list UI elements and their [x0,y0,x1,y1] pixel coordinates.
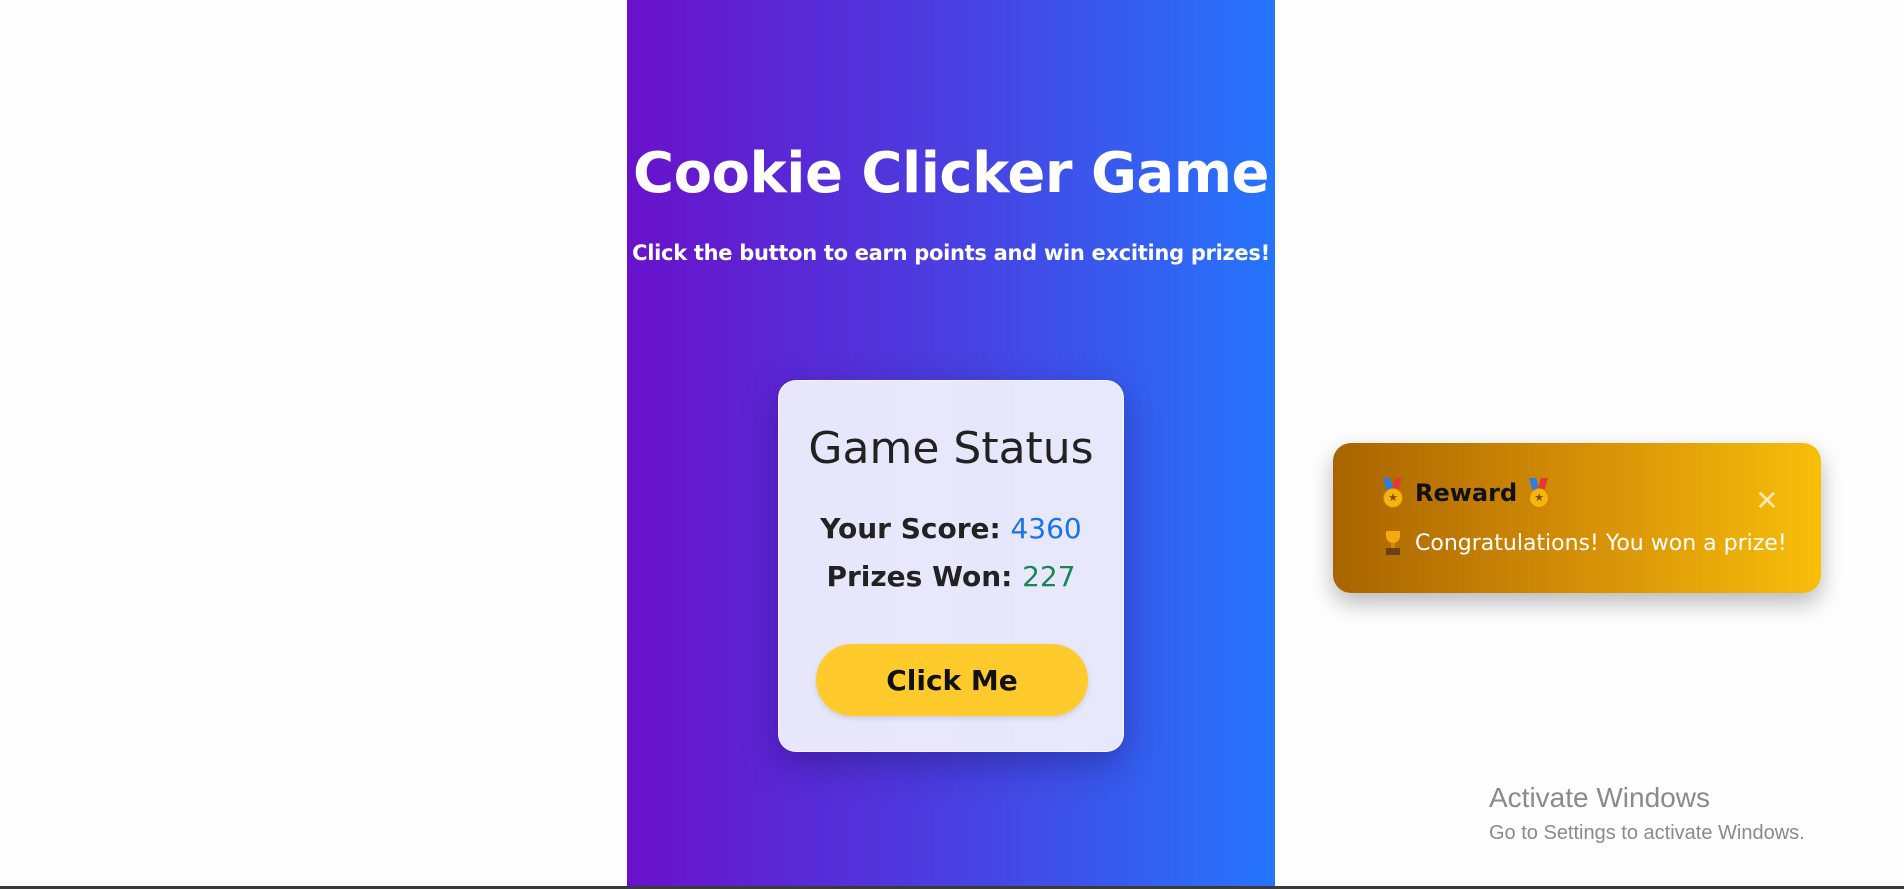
prizes-line: Prizes Won: 227 [779,559,1123,595]
toast-header: ★ Reward ★ [1381,475,1551,511]
prizes-label: Prizes Won: [826,560,1013,593]
game-subtitle: Click the button to earn points and win … [632,241,1270,265]
reward-toast: ★ Reward ★ ✕ Congratulations! You won a … [1333,443,1821,593]
score-value: 4360 [1010,512,1082,545]
click-me-button[interactable]: Click Me [816,644,1088,716]
score-label: Your Score: [820,512,1001,545]
game-status-card: Game Status Your Score: 4360 Prizes Won:… [778,380,1124,752]
score-line: Your Score: 4360 [779,511,1123,547]
activate-windows-title: Activate Windows [1489,782,1710,813]
toast-body: Congratulations! You won a prize! [1383,529,1787,559]
toast-title: Reward [1415,479,1518,507]
activate-windows-subtitle: Go to Settings to activate Windows. [1489,822,1805,844]
game-panel: Cookie Clicker Game Click the button to … [627,0,1275,889]
game-title: Cookie Clicker Game [632,141,1270,206]
card-title: Game Status [808,423,1094,474]
page: Cookie Clicker Game Click the button to … [0,0,1904,889]
medal-icon: ★ [1381,478,1405,508]
trophy-icon [1383,531,1403,557]
prizes-value: 227 [1022,560,1076,593]
toast-message: Congratulations! You won a prize! [1415,531,1787,556]
medal-icon: ★ [1527,478,1551,508]
close-icon[interactable]: ✕ [1749,483,1785,519]
